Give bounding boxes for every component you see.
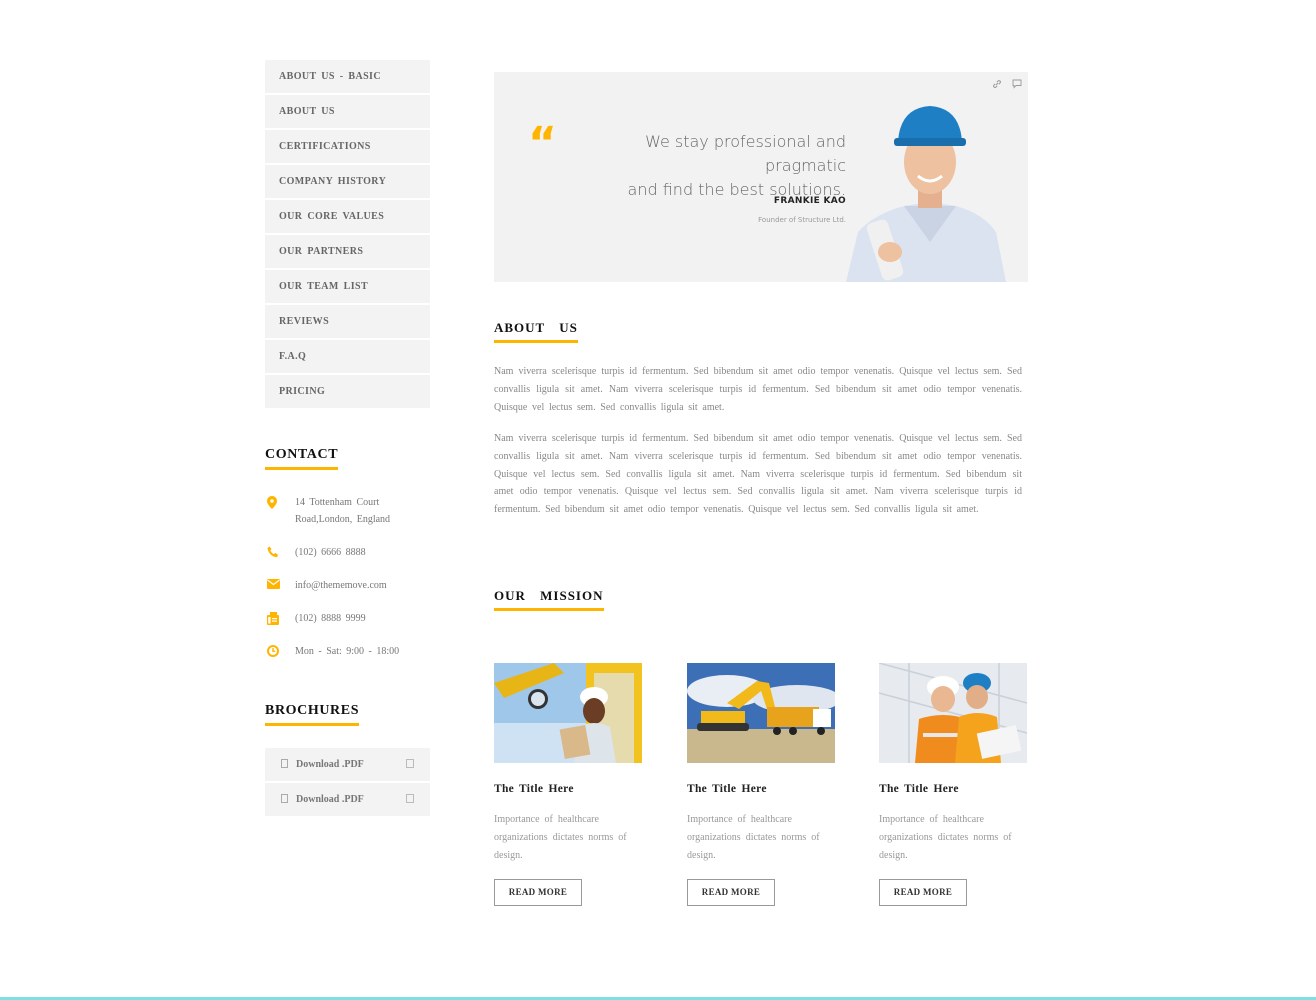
contact-title: CONTACT [265,447,339,470]
download-icon [406,793,414,806]
file-icon [281,793,288,806]
comment-icon[interactable] [1012,76,1022,94]
sidebar-nav: ABOUT US - BASIC ABOUT US CERTIFICATIONS… [265,60,430,410]
envelope-icon [265,577,295,589]
sidebar-item-pricing[interactable]: PRICING [265,375,430,408]
clock-icon [265,643,295,657]
contact-fax: (102) 8888 9999 [265,610,430,627]
mission-card-title: The Title Here [494,783,574,795]
read-more-button[interactable]: READ MORE [494,879,582,906]
mission-card-1: The Title Here Importance of healthcare … [494,663,642,906]
read-more-button[interactable]: READ MORE [687,879,775,906]
sidebar-item-partners[interactable]: OUR PARTNERS [265,235,430,268]
phone-icon [265,544,295,558]
contact-email: info@thememove.com [265,577,430,594]
contact-phone-text[interactable]: (102) 6666 8888 [295,544,366,561]
contact-email-text[interactable]: info@thememove.com [295,577,387,594]
mission-card-desc: Importance of healthcare organizations d… [879,814,1012,861]
mission-card-title: The Title Here [687,783,767,795]
sidebar-menu: ABOUT US - BASIC ABOUT US CERTIFICATIONS… [265,60,430,408]
mission-card-title: The Title Here [879,783,959,795]
link-icon[interactable] [992,76,1002,94]
map-pin-icon [265,494,295,509]
quote-icon: “ [528,118,557,169]
mission-card-image[interactable] [879,663,1027,763]
quote-line-1: We stay professional and pragmatic [645,132,846,175]
contact-fax-text: (102) 8888 9999 [295,613,366,624]
mission-card-image[interactable] [494,663,642,763]
about-us-title: ABOUT US [494,320,578,343]
sidebar-item-certifications[interactable]: CERTIFICATIONS [265,130,430,163]
sidebar-item-core-values[interactable]: OUR CORE VALUES [265,200,430,233]
testimonial-banner: “ We stay professional and pragmatic and… [494,72,1028,282]
testimonial-role: Founder of Structure Ltd. [758,216,846,224]
brochure-label: Download .PDF [296,794,364,805]
file-icon [281,758,288,771]
mission-card-2: The Title Here Importance of healthcare … [687,663,835,906]
testimonial-quote: We stay professional and pragmatic and f… [564,130,846,202]
sidebar-item-about-us-basic[interactable]: ABOUT US - BASIC [265,60,430,93]
about-us-paragraph-2: Nam viverra scelerisque turpis id fermen… [494,433,1022,516]
mission-card-3: The Title Here Importance of healthcare … [879,663,1027,906]
about-us-paragraph-1: Nam viverra scelerisque turpis id fermen… [494,366,1022,413]
fax-icon [265,610,295,625]
sidebar-item-about-us[interactable]: ABOUT US [265,95,430,128]
mission-card-desc: Importance of healthcare organizations d… [494,814,627,861]
our-mission-title: OUR MISSION [494,588,604,611]
contact-phone: (102) 6666 8888 [265,544,430,561]
sidebar-item-reviews[interactable]: REVIEWS [265,305,430,338]
contact-hours-text: Mon - Sat: 9:00 - 18:00 [295,646,400,657]
brochure-label: Download .PDF [296,759,364,770]
contact-widget: CONTACT 14 Tottenham Court Road,London, … [265,445,430,676]
brochures-title: BROCHURES [265,703,360,726]
brochure-download-1[interactable]: Download .PDF [265,748,430,781]
mission-card-desc: Importance of healthcare organizations d… [687,814,820,861]
mission-card-image[interactable] [687,663,835,763]
engineer-photo [846,106,1006,282]
read-more-button[interactable]: READ MORE [879,879,967,906]
contact-address-line1: 14 Tottenham Court [295,497,380,508]
contact-address: 14 Tottenham Court Road,London, England [265,494,430,528]
sidebar-item-faq[interactable]: F.A.Q [265,340,430,373]
sidebar-item-team-list[interactable]: OUR TEAM LIST [265,270,430,303]
sidebar-item-company-history[interactable]: COMPANY HISTORY [265,165,430,198]
brochure-download-2[interactable]: Download .PDF [265,783,430,816]
download-icon [406,758,414,771]
contact-address-line2: Road,London, England [295,514,391,525]
contact-hours: Mon - Sat: 9:00 - 18:00 [265,643,430,660]
brochures-widget: BROCHURES Download .PDF Download .PDF [265,701,430,818]
